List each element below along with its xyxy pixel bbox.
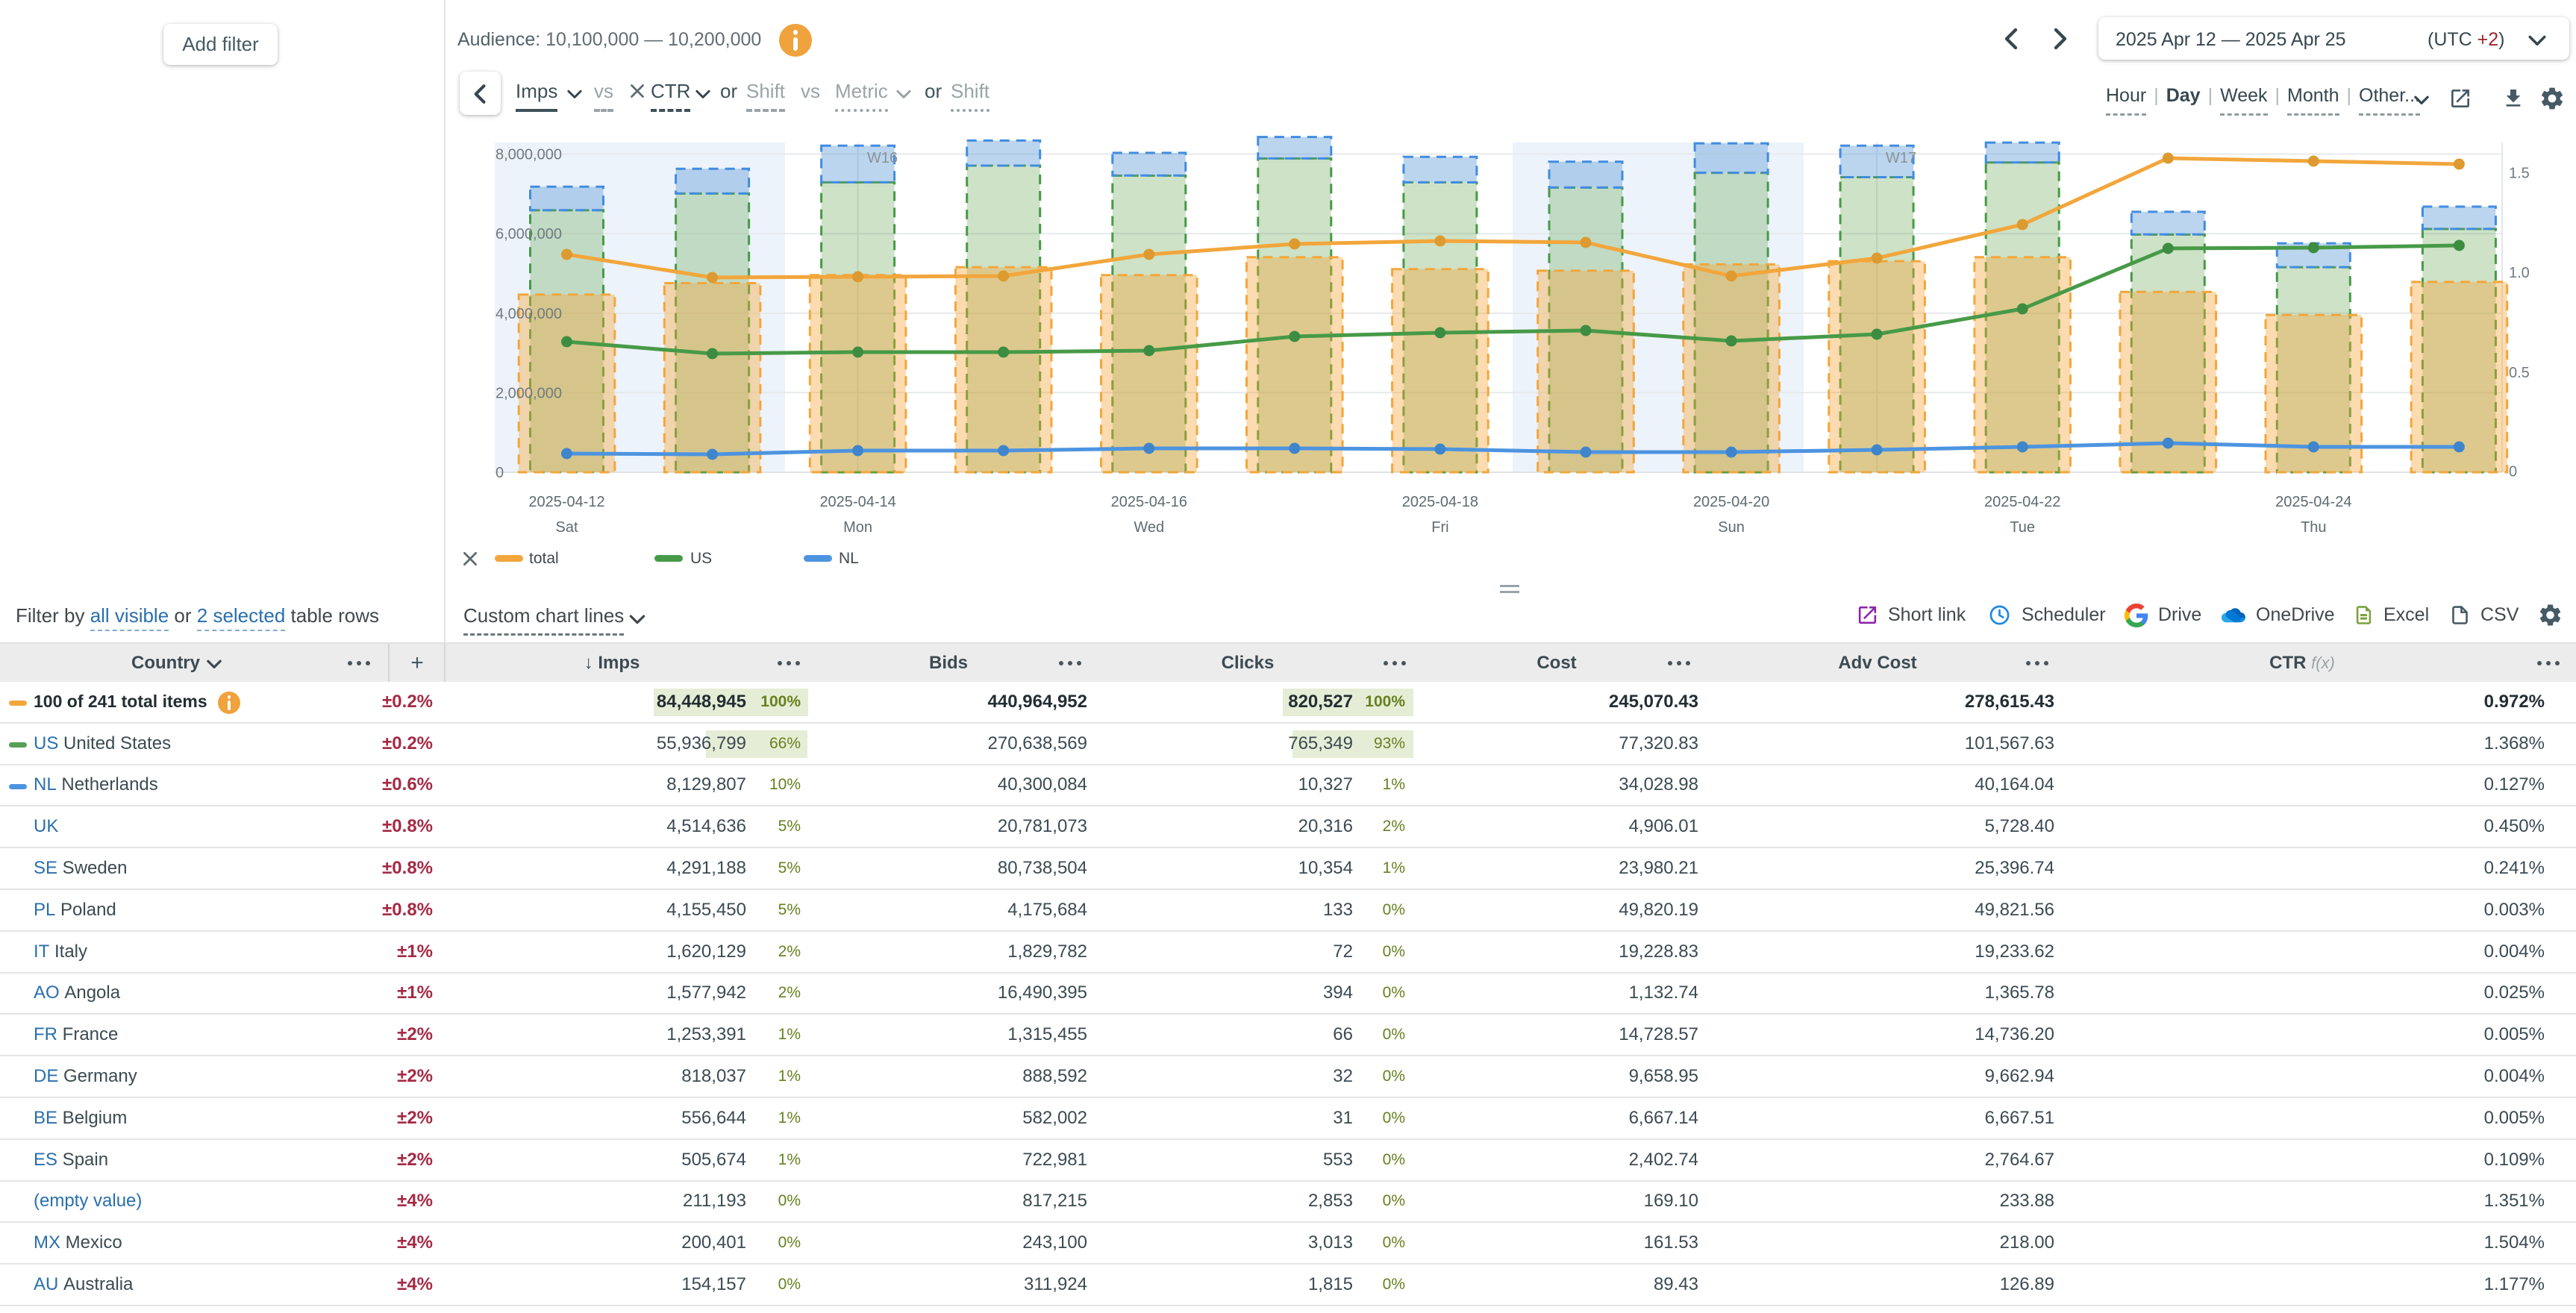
svg-text:2025-04-18: 2025-04-18 [1402,494,1478,510]
svg-text:0: 0 [495,465,504,481]
svg-text:Fri: Fri [1431,519,1448,536]
svg-text:Wed: Wed [1134,519,1164,536]
svg-text:W17: W17 [1886,150,1916,166]
svg-text:2025-04-12: 2025-04-12 [528,494,604,510]
svg-text:W16: W16 [867,150,898,166]
svg-text:Sat: Sat [555,519,578,536]
svg-text:1.0: 1.0 [2509,265,2530,281]
svg-text:1.5: 1.5 [2509,166,2530,182]
svg-text:2025-04-16: 2025-04-16 [1111,494,1187,510]
svg-text:4,000,000: 4,000,000 [495,306,562,322]
svg-text:Tue: Tue [2010,519,2035,536]
svg-text:2025-04-20: 2025-04-20 [1693,494,1769,510]
svg-text:Thu: Thu [2301,519,2326,536]
svg-text:2025-04-14: 2025-04-14 [819,494,895,510]
svg-text:0.5: 0.5 [2509,365,2530,381]
svg-text:2,000,000: 2,000,000 [495,385,562,401]
svg-text:2025-04-24: 2025-04-24 [2275,494,2351,510]
svg-text:0: 0 [2509,463,2517,480]
svg-text:Sun: Sun [1718,519,1745,536]
svg-text:Mon: Mon [843,519,872,536]
svg-text:8,000,000: 8,000,000 [495,147,562,163]
svg-text:6,000,000: 6,000,000 [495,226,562,242]
svg-text:2025-04-22: 2025-04-22 [1984,494,2060,510]
